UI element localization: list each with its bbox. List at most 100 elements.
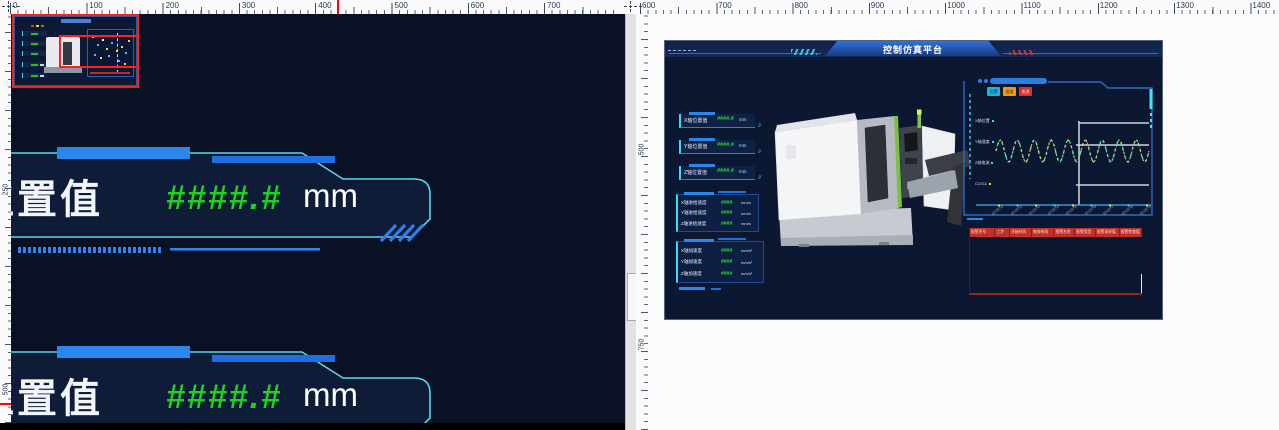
axis-label: X轴加速度	[681, 248, 721, 254]
ruler-label: 1000	[947, 1, 965, 10]
position-value-widget-1[interactable]: 位置值 ####.# mm	[11, 145, 445, 265]
axis-value: ####	[721, 271, 741, 277]
chart-y-label: X轴位置	[975, 118, 994, 124]
mini-led	[41, 25, 44, 27]
chart-graphic	[963, 77, 1156, 216]
position-value-widget-2[interactable]: 位置值 ####.# mm	[11, 344, 445, 423]
axis-label: X轴位置值	[684, 117, 707, 124]
ruler-label: 100	[89, 1, 102, 10]
ruler-label: 1200	[1100, 1, 1118, 10]
table-scrollbar[interactable]	[1141, 274, 1143, 294]
legend-button[interactable]: 速度	[1003, 87, 1016, 96]
axis-label: Y轴位置值	[684, 143, 707, 150]
widget-top-bar	[689, 112, 715, 115]
mini-value-dash	[31, 33, 38, 35]
ruler-label: 600	[642, 1, 655, 10]
y-tick-dot	[992, 120, 994, 122]
dashboard-header: 控制仿真平台	[665, 41, 1162, 57]
axis-value: ####.#	[717, 168, 734, 174]
ruler-label: 1100	[1024, 1, 1041, 10]
axis-value: ####.#	[717, 142, 734, 148]
left-editor-canvas[interactable]: 位置值 ####.# mm 位置值 ####.# mm	[11, 14, 625, 423]
feed-speed-panel[interactable]: X轴进给速度####mm/sY轴进给速度####mm/sZ轴进给速度####mm…	[676, 194, 759, 232]
axis-position-widget[interactable]: X轴位置值####.#mm//	[679, 114, 755, 128]
ruler-label: 900	[871, 1, 884, 10]
ruler-label: 200	[166, 1, 179, 10]
widget-top-bar	[689, 138, 715, 141]
axis-position-widget[interactable]: Y轴位置值####.#mm//	[679, 140, 755, 154]
table-column-header: 报警检查值	[1120, 228, 1142, 237]
widget-top-bar	[689, 164, 715, 167]
right-pane-top-ruler[interactable]: 60070080090010001100120013001400	[640, 0, 1279, 14]
mini-widget-row	[22, 73, 47, 78]
navigator-viewport-rect[interactable]	[59, 35, 139, 68]
table-column-header: 报警序号	[970, 228, 995, 237]
legend-button[interactable]: 位置	[987, 87, 1000, 96]
mini-widget-row	[22, 51, 47, 56]
axis-unit: mm/s	[741, 211, 755, 216]
table-column-header: 报警类型	[1075, 228, 1096, 237]
axis-position-value: ####.#	[166, 179, 282, 218]
ruler-label: 500	[2, 384, 9, 396]
dashboard-screen[interactable]: 控制仿真平台 X轴位置值####.#mm//Y轴位置值####.#mm//Z轴位…	[664, 40, 1163, 320]
axis-value: ####.#	[717, 116, 734, 122]
axis-unit: mm/s²	[741, 248, 760, 253]
navigator-thumbnail[interactable]	[12, 14, 139, 88]
mini-led	[31, 25, 34, 27]
y-tick-dot	[991, 162, 993, 164]
ruler-label: 800	[795, 1, 808, 10]
ruler-label: 750	[638, 339, 645, 351]
axis-data-row: Z轴进给速度####mm/s	[678, 221, 758, 227]
axis-unit: mm	[739, 117, 747, 122]
legend-button[interactable]: 电流	[1019, 87, 1032, 96]
header-chevrons-right	[1009, 50, 1035, 55]
axis-unit: mm	[739, 143, 747, 148]
mini-led	[36, 25, 39, 27]
axis-position-unit: mm	[303, 376, 358, 414]
trend-chart-panel[interactable]: 位置速度电流 X轴位置Y轴速度Z轴电流C1X11 10:02:5110:02:5…	[963, 77, 1156, 216]
axis-position-widget[interactable]: Z轴位置值####.#mm//	[679, 166, 755, 180]
ruler-label: 1400	[1252, 1, 1270, 10]
mini-title-bar	[61, 19, 91, 23]
ruler-label: 250	[2, 184, 9, 196]
mini-widget-row	[22, 31, 47, 36]
panel-underline-dash	[711, 288, 721, 290]
header-decor-dashes-left	[668, 50, 696, 51]
acceleration-panel[interactable]: X轴加速度####mm/s²Y轴加速度####mm/s²Z轴加速度####mm/…	[676, 241, 764, 283]
left-pane-top-ruler[interactable]: 0100200300400500600700	[10, 0, 620, 14]
alarm-table-header: 报警序号工步开始时间结束时间报警名称报警类型报警采样值报警检查值	[970, 228, 1142, 237]
ruler-label: 700	[547, 1, 560, 10]
axis-value: ####	[721, 200, 741, 206]
mini-status-leds	[31, 25, 44, 27]
canvas-out-of-page-area	[0, 423, 637, 430]
table-bottom-line	[970, 293, 1142, 295]
axis-label: Z轴进给速度	[681, 221, 721, 227]
axis-label: Z轴位置值	[684, 169, 707, 176]
axis-unit: mm/s	[741, 200, 755, 205]
editor-window: 0100200300400500600700 60070080090010001…	[0, 0, 1279, 430]
panel-underline-decor	[679, 287, 705, 290]
header-chevrons-left	[791, 49, 817, 55]
table-column-header: 工步	[995, 228, 1009, 237]
chart-y-label: C1X11	[975, 181, 991, 186]
ruler-label: 400	[318, 1, 331, 10]
alarm-table[interactable]: 报警序号工步开始时间结束时间报警名称报警类型报警采样值报警检查值	[969, 228, 1142, 295]
y-tick-dot	[989, 183, 991, 185]
mini-widget-row	[22, 41, 47, 46]
axis-value: ####	[721, 221, 741, 227]
axis-data-row: X轴进给速度####mm/s	[678, 200, 758, 206]
ruler-label: 300	[242, 1, 255, 10]
dashboard-title: 控制仿真平台	[825, 43, 1001, 56]
table-column-header: 开始时间	[1010, 228, 1032, 237]
axis-value: ####	[721, 248, 741, 254]
ruler-label: 500	[638, 144, 645, 156]
y-tick-dot	[992, 141, 994, 143]
mini-unit-dash	[40, 64, 44, 66]
axis-position-label: 位置值	[11, 167, 103, 225]
axis-value: ####	[721, 210, 741, 216]
cnc-machine-image	[759, 94, 973, 248]
chart-y-label: Y轴速度	[975, 139, 994, 145]
axis-data-row: Y轴加速度####mm/s²	[678, 259, 763, 265]
axis-label: Y轴加速度	[681, 259, 721, 265]
chart-y-label: Z轴电流	[975, 160, 993, 166]
